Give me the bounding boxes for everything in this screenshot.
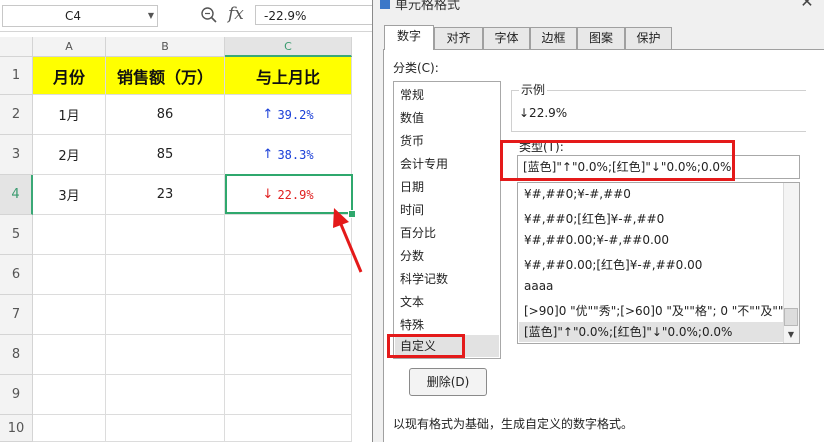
example-value: ↓22.9% [519, 106, 568, 120]
category-item[interactable]: 日期 [400, 178, 424, 195]
row-header-4[interactable]: 4 [0, 175, 33, 215]
category-label: 分类(C): [393, 61, 439, 75]
row-header-6[interactable]: 6 [0, 255, 33, 295]
cell-b2[interactable]: 86 [106, 95, 225, 135]
name-box-value: C4 [64, 9, 81, 23]
arrow-up-icon: ↑ [262, 147, 274, 162]
column-header-b[interactable]: B [106, 37, 225, 57]
cell-a8[interactable] [33, 335, 106, 375]
percent-change: 22.9% [277, 187, 314, 202]
tab-alignment[interactable]: 对齐 [434, 27, 483, 49]
cell-a2[interactable]: 1月 [33, 95, 106, 135]
cell-a9[interactable] [33, 375, 106, 415]
row-header-3[interactable]: 3 [0, 135, 33, 175]
close-icon[interactable]: ✕ [796, 0, 818, 12]
cell-c9[interactable] [225, 375, 352, 415]
category-item[interactable]: 货币 [400, 132, 424, 149]
cell-c10[interactable] [225, 415, 352, 442]
category-list[interactable]: 常规 数值 货币 会计专用 日期 时间 百分比 分数 科学记数 文本 特殊 自定… [393, 81, 501, 359]
format-list[interactable]: ¥#,##0;¥-#,##0 ¥#,##0;[红色]¥-#,##0 ¥#,##0… [517, 182, 800, 344]
cell-b4[interactable]: 23 [106, 175, 225, 215]
category-item[interactable]: 科学记数 [400, 270, 448, 287]
row-header-2[interactable]: 2 [0, 95, 33, 135]
tab-number[interactable]: 数字 [384, 25, 434, 50]
category-item[interactable]: 数值 [400, 109, 424, 126]
tab-border[interactable]: 边框 [530, 27, 577, 49]
column-header-c[interactable]: C [225, 37, 352, 57]
select-all-corner[interactable] [0, 37, 33, 57]
format-item[interactable]: ¥#,##0.00;[红色]¥-#,##0.00 [524, 256, 702, 273]
cell-b9[interactable] [106, 375, 225, 415]
cell-c1[interactable]: 与上月比 [225, 57, 352, 95]
delete-button[interactable]: 删除(D) [409, 368, 487, 396]
cell-b1[interactable]: 销售额（万） [106, 57, 225, 95]
function-icon[interactable]: fx [228, 4, 244, 24]
cell-b5[interactable] [106, 215, 225, 255]
cell-a10[interactable] [33, 415, 106, 442]
column-header-a[interactable]: A [33, 37, 106, 57]
annotation-arrow-icon [333, 208, 363, 273]
row-header-9[interactable]: 9 [0, 375, 33, 415]
cell-c8[interactable] [225, 335, 352, 375]
category-item[interactable]: 文本 [400, 293, 424, 310]
chevron-down-icon[interactable]: ▼ [148, 6, 154, 26]
format-cells-dialog: 单元格格式 ✕ 数字 对齐 字体 边框 图案 保护 分类(C): 常规 数值 货… [372, 0, 824, 442]
cell-c2[interactable]: ↑ 39.2% [225, 95, 352, 135]
percent-change: 38.3% [277, 147, 314, 162]
category-item[interactable]: 特殊 [400, 316, 424, 333]
formula-bar: C4 ▼ fx -22.9% [0, 0, 372, 32]
row-header-1[interactable]: 1 [0, 57, 33, 95]
dialog-titlebar[interactable]: 单元格格式 [373, 0, 824, 14]
cell-a7[interactable] [33, 295, 106, 335]
cell-c7[interactable] [225, 295, 352, 335]
dialog-title: 单元格格式 [395, 0, 461, 13]
cell-b6[interactable] [106, 255, 225, 295]
tab-pattern[interactable]: 图案 [577, 27, 625, 49]
row-header-10[interactable]: 10 [0, 415, 33, 442]
example-label: 示例 [519, 81, 548, 98]
cell-b7[interactable] [106, 295, 225, 335]
spreadsheet: C4 ▼ fx -22.9% A B C 1 2 3 4 5 6 7 8 9 1… [0, 0, 372, 442]
description-text: 以现有格式为基础，生成自定义的数字格式。 [393, 417, 634, 431]
category-item[interactable]: 常规 [400, 86, 424, 103]
format-item[interactable]: aaaa [524, 279, 553, 293]
tab-protection[interactable]: 保护 [625, 27, 672, 49]
tab-font[interactable]: 字体 [483, 27, 530, 49]
app-icon [380, 0, 390, 9]
category-item[interactable]: 会计专用 [400, 155, 448, 172]
arrow-down-icon: ↓ [262, 187, 274, 202]
type-highlight-box [500, 140, 735, 181]
cell-a3[interactable]: 2月 [33, 135, 106, 175]
percent-change: 39.2% [277, 107, 314, 122]
row-header-5[interactable]: 5 [0, 215, 33, 255]
row-header-8[interactable]: 8 [0, 335, 33, 375]
cell-a6[interactable] [33, 255, 106, 295]
formula-input[interactable]: -22.9% [255, 5, 372, 25]
cell-a5[interactable] [33, 215, 106, 255]
scroll-down-icon[interactable]: ▼ [784, 328, 798, 342]
cell-a4[interactable]: 3月 [33, 175, 106, 215]
category-item[interactable]: 分数 [400, 247, 424, 264]
format-item[interactable]: ¥#,##0.00;¥-#,##0.00 [524, 233, 669, 247]
category-item[interactable]: 百分比 [400, 224, 436, 241]
format-item[interactable]: ¥#,##0;[红色]¥-#,##0 [524, 210, 664, 227]
zoom-icon[interactable] [200, 6, 218, 24]
scrollbar-thumb[interactable] [784, 308, 798, 326]
format-item-selected[interactable]: [蓝色]"↑"0.0%;[红色]"↓"0.0%;0.0% [519, 322, 783, 342]
category-item[interactable]: 时间 [400, 201, 424, 218]
category-highlight-box [387, 334, 465, 358]
cell-b10[interactable] [106, 415, 225, 442]
cell-b3[interactable]: 85 [106, 135, 225, 175]
arrow-up-icon: ↑ [262, 107, 274, 122]
cell-a1[interactable]: 月份 [33, 57, 106, 95]
cell-b8[interactable] [106, 335, 225, 375]
cell-c3[interactable]: ↑ 38.3% [225, 135, 352, 175]
name-box[interactable]: C4 ▼ [2, 5, 158, 27]
format-item[interactable]: ¥#,##0;¥-#,##0 [524, 187, 631, 201]
row-header-7[interactable]: 7 [0, 295, 33, 335]
format-item[interactable]: [>90]0 "优""秀";[>60]0 "及""格"; 0 "不""及""..… [524, 302, 795, 319]
